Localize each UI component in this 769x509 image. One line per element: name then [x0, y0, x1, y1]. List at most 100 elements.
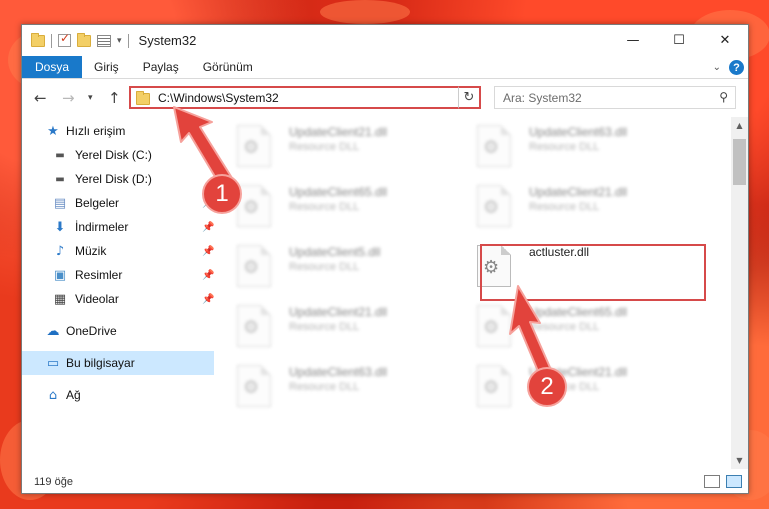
ribbon-right: ⌄ ?	[713, 60, 744, 75]
file-name: UpdateClient63.dll	[529, 125, 628, 139]
large-icons-view-icon[interactable]	[726, 475, 742, 488]
search-icon[interactable]: ⚲	[719, 90, 728, 104]
folder-icon	[136, 90, 150, 105]
file-type: Resource DLL	[289, 141, 360, 153]
properties-check-icon[interactable]	[58, 31, 71, 47]
folder-icon[interactable]	[31, 32, 45, 47]
scroll-up-icon[interactable]: ▲	[731, 117, 748, 134]
search-input[interactable]: Ara: System32 ⚲	[494, 86, 736, 109]
dll-file-icon: ⚙	[237, 185, 271, 227]
file-item[interactable]: ⚙ UpdateClient65.dll Resource DLL	[457, 299, 687, 349]
item-count: 119 öğe	[34, 476, 73, 488]
vertical-scrollbar[interactable]: ▲ ▼	[731, 117, 748, 469]
dll-file-icon: ⚙	[477, 185, 511, 227]
sidebar-item-documents[interactable]: ▤ Belgeler 📌	[22, 191, 215, 215]
file-item[interactable]: ⚙ UpdateClient21.dll Resource DLL	[457, 179, 687, 229]
address-row: ← → ▾ ↑ C:\Windows\System32 ⌄ ↻ Ara: Sys…	[22, 80, 748, 116]
address-bar[interactable]: C:\Windows\System32 ⌄	[129, 86, 479, 109]
sidebar-item-videos[interactable]: ▦ Videolar 📌	[22, 287, 215, 311]
file-type: Resource DLL	[529, 141, 600, 153]
quick-access-toolbar: ▾	[22, 31, 129, 48]
file-item[interactable]: ⚙ UpdateClient63.dll Resource DLL	[457, 119, 687, 169]
file-name: UpdateClient65.dll	[289, 185, 388, 199]
file-type: Resource DLL	[289, 381, 360, 393]
pin-icon[interactable]: 📌	[202, 222, 214, 233]
file-type: Resource DLL	[529, 321, 600, 333]
pin-icon[interactable]: 📌	[202, 294, 214, 305]
dll-file-icon: ⚙	[237, 365, 271, 407]
sidebar-item-pictures[interactable]: ▣ Resimler 📌	[22, 263, 215, 287]
explorer-window: ▾ System32 — ☐ ✕ Dosya Giriş Paylaş Görü…	[21, 24, 749, 494]
sidebar-item-quick-access[interactable]: ★ Hızlı erişim	[22, 119, 214, 143]
title-bar: ▾ System32 — ☐ ✕	[22, 25, 748, 56]
customize-toolbar-chevron-icon[interactable]: ▾	[117, 36, 122, 46]
sidebar-item-label: Videolar	[75, 292, 119, 306]
back-arrow-icon[interactable]: ←	[34, 89, 47, 107]
tab-gorunum[interactable]: Görünüm	[191, 56, 265, 78]
toolbar-separator	[51, 33, 52, 48]
sidebar-item-label: Yerel Disk (C:)	[75, 148, 152, 162]
forward-arrow-icon[interactable]: →	[62, 89, 75, 107]
sidebar-item-onedrive[interactable]: ☁ OneDrive	[22, 319, 214, 343]
status-bar: 119 öğe	[22, 471, 748, 493]
sidebar-item-drive-d[interactable]: ▬ Yerel Disk (D:)	[22, 167, 214, 191]
highlight-box	[480, 244, 706, 301]
sidebar-item-label: Bu bilgisayar	[66, 356, 135, 370]
help-icon[interactable]: ?	[729, 60, 744, 75]
file-type: Resource DLL	[289, 201, 360, 213]
file-item[interactable]: ⚙ UpdateClient63.dll Resource DLL	[217, 359, 447, 409]
close-button[interactable]: ✕	[702, 25, 748, 56]
address-path[interactable]: C:\Windows\System32	[158, 91, 279, 105]
drive-icon: ▬	[55, 173, 65, 185]
sidebar-item-this-pc[interactable]: ▭ Bu bilgisayar	[22, 351, 214, 375]
music-icon: ♪	[55, 243, 65, 259]
dll-file-icon: ⚙	[237, 245, 271, 287]
file-item[interactable]: ⚙ UpdateClient65.dll Resource DLL	[217, 179, 447, 229]
scroll-down-icon[interactable]: ▼	[731, 452, 748, 469]
file-item[interactable]: ⚙ UpdateClient21.dll Resource DLL	[217, 119, 447, 169]
minimize-button[interactable]: —	[610, 25, 656, 56]
sidebar-item-label: OneDrive	[66, 324, 117, 338]
videos-icon: ▦	[53, 291, 67, 307]
file-name: UpdateClient21.dll	[289, 305, 388, 319]
file-name: UpdateClient21.dll	[529, 185, 628, 199]
expand-ribbon-chevron-icon[interactable]: ⌄	[713, 62, 721, 73]
new-folder-icon[interactable]	[77, 32, 91, 47]
file-item[interactable]: ⚙ UpdateClient21.dll Resource DLL	[457, 359, 687, 409]
dll-file-icon: ⚙	[477, 305, 511, 347]
maximize-button[interactable]: ☐	[656, 25, 702, 56]
pin-icon[interactable]: 📌	[202, 246, 214, 257]
sidebar-item-downloads[interactable]: ⬇ İndirmeler 📌	[22, 215, 215, 239]
file-item[interactable]: ⚙ UpdateClient5.dll Resource DLL	[217, 239, 447, 289]
up-arrow-icon[interactable]: ↑	[108, 89, 121, 107]
file-name: UpdateClient21.dll	[289, 125, 388, 139]
sidebar-item-music[interactable]: ♪ Müzik 📌	[22, 239, 215, 263]
star-icon: ★	[47, 123, 59, 139]
file-item[interactable]: ⚙ UpdateClient21.dll Resource DLL	[217, 299, 447, 349]
file-name: UpdateClient65.dll	[529, 305, 628, 319]
details-view-icon[interactable]	[704, 475, 720, 488]
properties-icon[interactable]	[97, 34, 111, 47]
scrollbar-thumb[interactable]	[733, 139, 746, 185]
recent-locations-chevron-icon[interactable]: ▾	[88, 93, 93, 103]
view-buttons	[704, 475, 742, 488]
cloud-icon: ☁	[46, 323, 60, 339]
pin-icon[interactable]: 📌	[202, 270, 214, 281]
toolbar-separator	[127, 33, 129, 48]
sidebar-item-label: Hızlı erişim	[66, 124, 126, 138]
file-type: Resource DLL	[289, 321, 360, 333]
tab-dosya[interactable]: Dosya	[22, 56, 83, 78]
tab-giris[interactable]: Giriş	[82, 56, 131, 78]
sidebar-item-drive-c[interactable]: ▬ Yerel Disk (C:)	[22, 143, 214, 167]
step-2-badge: 2	[527, 367, 567, 407]
refresh-button[interactable]: ↻	[458, 86, 481, 109]
file-type: Resource DLL	[289, 261, 360, 273]
file-name: UpdateClient63.dll	[289, 365, 388, 379]
window-title: System32	[138, 33, 197, 48]
network-icon: ⌂	[48, 387, 58, 403]
sidebar-item-network[interactable]: ⌂ Ağ	[22, 383, 214, 407]
navigation-pane: ★ Hızlı erişim ▬ Yerel Disk (C:) ▬ Yerel…	[22, 117, 214, 457]
pictures-icon: ▣	[53, 267, 67, 283]
tab-paylas[interactable]: Paylaş	[131, 56, 191, 78]
dll-file-icon: ⚙	[477, 365, 511, 407]
